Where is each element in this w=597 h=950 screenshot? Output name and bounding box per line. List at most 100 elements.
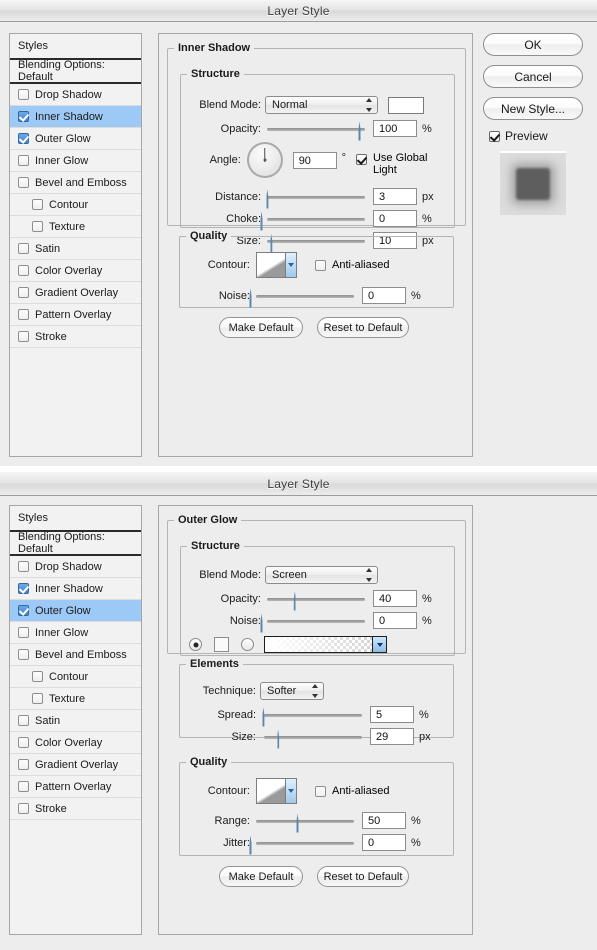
checkbox-contour[interactable] [32,199,43,210]
checkbox-drop-shadow[interactable] [18,89,29,100]
cancel-button[interactable]: Cancel [483,65,583,88]
size-input[interactable]: 29 [370,728,414,745]
contour-dropdown-icon[interactable] [285,253,296,277]
style-row-contour[interactable]: Contour [10,666,141,688]
checkbox-outer-glow[interactable] [18,605,29,616]
blending-options-row[interactable]: Blending Options: Default [10,59,141,84]
distance-input[interactable]: 3 [373,188,417,205]
size-slider[interactable] [264,729,362,749]
style-row-satin[interactable]: Satin [10,238,141,260]
checkbox-satin[interactable] [18,243,29,254]
choke-input[interactable]: 0 [373,210,417,227]
checkbox-stroke[interactable] [18,331,29,342]
style-row-gradient-overlay[interactable]: Gradient Overlay [10,754,141,776]
style-row-bevel-and-emboss[interactable]: Bevel and Emboss [10,172,141,194]
style-row-pattern-overlay[interactable]: Pattern Overlay [10,304,141,326]
noise-slider[interactable] [249,288,354,308]
noise-input[interactable]: 0 [373,612,417,629]
style-row-contour[interactable]: Contour [10,194,141,216]
slider-knob[interactable] [296,813,310,833]
checkbox-use-global-light[interactable] [355,154,367,165]
range-input[interactable]: 50 [362,812,406,829]
slider-knob[interactable] [249,288,263,308]
opacity-input[interactable]: 40 [373,590,417,607]
checkbox-contour[interactable] [32,671,43,682]
checkbox-color-overlay[interactable] [18,265,29,276]
new-style-button[interactable]: New Style... [483,97,583,120]
glow-color-swatch[interactable] [214,637,229,652]
checkbox-stroke[interactable] [18,803,29,814]
style-row-texture[interactable]: Texture [10,216,141,238]
radio-fill-color[interactable] [189,638,202,651]
checkbox-pattern-overlay[interactable] [18,781,29,792]
checkbox-inner-shadow[interactable] [18,111,29,122]
checkbox-bevel-and-emboss[interactable] [18,649,29,660]
checkbox-inner-shadow[interactable] [18,583,29,594]
gradient-preview[interactable] [264,636,387,653]
style-row-color-overlay[interactable]: Color Overlay [10,732,141,754]
style-row-bevel-and-emboss[interactable]: Bevel and Emboss [10,644,141,666]
style-row-satin[interactable]: Satin [10,710,141,732]
jitter-slider[interactable] [249,835,354,855]
style-row-drop-shadow[interactable]: Drop Shadow [10,84,141,106]
style-row-drop-shadow[interactable]: Drop Shadow [10,556,141,578]
checkbox-gradient-overlay[interactable] [18,759,29,770]
style-row-inner-glow[interactable]: Inner Glow [10,150,141,172]
slider-knob[interactable] [260,613,274,633]
checkbox-satin[interactable] [18,715,29,726]
range-slider[interactable] [256,813,354,833]
radio-fill-gradient[interactable] [241,638,254,651]
contour-preset-thumbnail[interactable] [256,778,297,804]
angle-input[interactable]: 90 [292,152,337,169]
technique-select[interactable]: Softer [260,682,324,700]
slider-knob[interactable] [293,591,307,611]
checkbox-outer-glow[interactable] [18,133,29,144]
style-row-stroke[interactable]: Stroke [10,798,141,820]
checkbox-color-overlay[interactable] [18,737,29,748]
checkbox-anti-aliased[interactable] [315,259,326,271]
style-row-outer-glow[interactable]: Outer Glow [10,600,141,622]
reset-to-default-button[interactable]: Reset to Default [317,317,409,338]
style-row-inner-glow[interactable]: Inner Glow [10,622,141,644]
contour-preset-thumbnail[interactable] [256,252,297,278]
opacity-input[interactable]: 100 [373,120,417,137]
titlebar[interactable]: Layer Style [0,0,597,22]
blend-mode-select[interactable]: Normal [265,96,378,114]
checkbox-pattern-overlay[interactable] [18,309,29,320]
checkbox-texture[interactable] [32,693,43,704]
spread-slider[interactable] [262,707,362,727]
style-row-stroke[interactable]: Stroke [10,326,141,348]
reset-to-default-button[interactable]: Reset to Default [317,866,409,887]
preview-toggle[interactable]: Preview [489,129,591,143]
style-row-pattern-overlay[interactable]: Pattern Overlay [10,776,141,798]
checkbox-texture[interactable] [32,221,43,232]
spread-input[interactable]: 5 [370,706,414,723]
choke-slider[interactable] [260,211,365,231]
gradient-dropdown-icon[interactable] [372,637,386,652]
noise-input[interactable]: 0 [362,287,406,304]
make-default-button[interactable]: Make Default [219,866,303,887]
slider-knob[interactable] [249,835,263,855]
slider-knob[interactable] [262,707,275,727]
titlebar[interactable]: Layer Style [0,472,597,496]
checkbox-preview[interactable] [489,130,500,142]
noise-slider[interactable] [260,613,365,633]
ok-button[interactable]: OK [483,33,583,56]
checkbox-inner-glow[interactable] [18,627,29,638]
slider-knob[interactable] [277,729,290,749]
checkbox-drop-shadow[interactable] [18,561,29,572]
checkbox-bevel-and-emboss[interactable] [18,177,29,188]
opacity-slider[interactable] [267,591,365,611]
style-row-inner-shadow[interactable]: Inner Shadow [10,578,141,600]
opacity-slider[interactable] [267,121,365,141]
style-row-gradient-overlay[interactable]: Gradient Overlay [10,282,141,304]
style-row-inner-shadow[interactable]: Inner Shadow [10,106,141,128]
jitter-input[interactable]: 0 [362,834,406,851]
style-row-outer-glow[interactable]: Outer Glow [10,128,141,150]
contour-dropdown-icon[interactable] [285,779,296,803]
slider-knob[interactable] [358,121,372,141]
blending-options-row[interactable]: Blending Options: Default [10,531,141,556]
shadow-color-swatch[interactable] [388,96,424,114]
checkbox-anti-aliased[interactable] [315,785,326,797]
style-row-texture[interactable]: Texture [10,688,141,710]
